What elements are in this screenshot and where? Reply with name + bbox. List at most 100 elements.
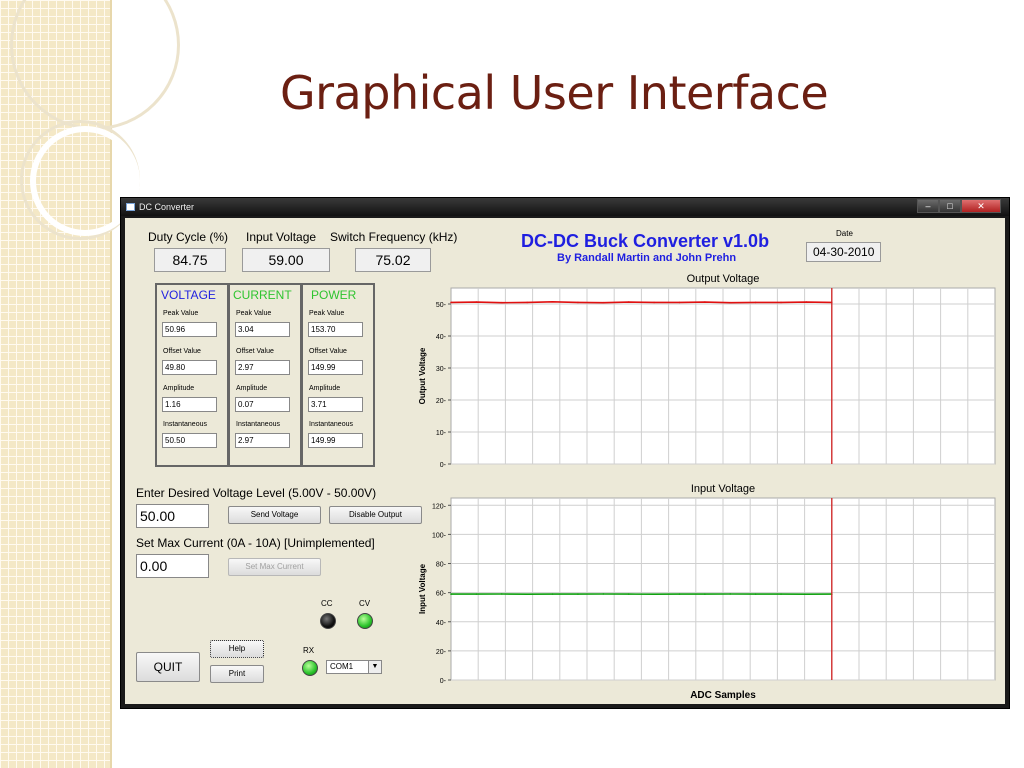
- current-group-title: CURRENT: [233, 288, 292, 302]
- cv-indicator-led: [357, 613, 373, 629]
- data-point: [729, 593, 732, 595]
- data-point: [475, 593, 478, 595]
- power-offset-field: 149.99: [308, 360, 363, 375]
- data-point: [500, 301, 503, 304]
- data-point: [653, 301, 655, 304]
- chevron-down-icon[interactable]: ▼: [368, 661, 381, 673]
- output-voltage-chart: Output Voltage 0- 10- 20- 30- 40- 50- Output Vo…: [418, 273, 996, 469]
- voltage-instantaneous-label: Instantaneous: [163, 421, 207, 428]
- desired-voltage-label: Enter Desired Voltage Level (5.00V - 50.…: [136, 486, 377, 500]
- voltage-peak-label: Peak Value: [163, 310, 199, 317]
- data-point: [450, 301, 452, 304]
- y-tick-label: 120-: [432, 503, 447, 510]
- y-tick-label: 30-: [436, 366, 447, 373]
- rx-indicator-led: [302, 660, 318, 676]
- minimize-icon[interactable]: –: [917, 199, 939, 213]
- data-point: [678, 593, 681, 595]
- rx-label: RX: [303, 646, 315, 655]
- power-peak-field: 153.70: [308, 322, 363, 337]
- print-button[interactable]: Print: [210, 665, 264, 683]
- current-offset-field: 2.97: [235, 360, 290, 375]
- series-line: [450, 300, 832, 304]
- y-tick-label: 40-: [436, 620, 447, 627]
- y-tick-label: 0-: [440, 678, 447, 685]
- power-group-title: POWER: [311, 288, 357, 302]
- quit-button[interactable]: QUIT: [136, 652, 200, 682]
- send-voltage-button[interactable]: Send Voltage: [228, 506, 321, 524]
- current-group: CURRENT Peak Value 3.04 Offset Value 2.9…: [228, 283, 302, 467]
- y-axis-label: Output Voltage: [418, 347, 427, 404]
- maximize-icon[interactable]: □: [939, 199, 961, 213]
- data-point: [627, 593, 630, 595]
- data-point: [653, 593, 655, 596]
- data-point: [577, 301, 579, 304]
- y-tick-label: 40-: [436, 334, 447, 341]
- data-point: [475, 301, 478, 303]
- window-titlebar[interactable]: DC Converter – □ ✕: [121, 198, 1009, 216]
- data-point: [780, 301, 782, 304]
- data-point: [704, 593, 706, 595]
- input-voltage-chart: Input Voltage 0- 20- 40- 60- 80- 100- 120- Input…: [418, 483, 996, 700]
- power-peak-label: Peak Value: [309, 310, 345, 317]
- power-offset-label: Offset Value: [309, 348, 347, 355]
- desired-voltage-input[interactable]: 50.00: [136, 504, 209, 528]
- switch-frequency-value: 75.02: [355, 248, 431, 272]
- voltage-offset-field: 49.80: [162, 360, 217, 375]
- data-point: [577, 593, 579, 595]
- voltage-amplitude-field: 1.16: [162, 397, 217, 412]
- data-point: [704, 301, 706, 303]
- voltage-amplitude-label: Amplitude: [163, 385, 195, 392]
- current-offset-label: Offset Value: [236, 348, 274, 355]
- y-axis-label: Input Voltage: [418, 563, 427, 614]
- power-instantaneous-label: Instantaneous: [309, 421, 353, 428]
- voltage-instantaneous-field: 50.50: [162, 433, 217, 448]
- close-icon[interactable]: ✕: [961, 199, 1001, 213]
- current-peak-label: Peak Value: [236, 310, 272, 317]
- y-tick-label: 100-: [432, 532, 447, 539]
- date-value: 04-30-2010: [806, 242, 882, 262]
- data-point: [602, 593, 605, 595]
- data-point: [551, 593, 554, 595]
- data-point: [602, 301, 605, 304]
- data-point: [450, 593, 452, 595]
- data-point: [500, 593, 503, 595]
- current-amplitude-label: Amplitude: [236, 385, 268, 392]
- data-point: [780, 593, 782, 595]
- voltage-group: VOLTAGE Peak Value 50.96 Offset Value 49…: [155, 283, 229, 467]
- cv-label: CV: [359, 599, 371, 608]
- voltage-group-title: VOLTAGE: [161, 288, 216, 302]
- help-button[interactable]: Help: [210, 640, 264, 658]
- app-window: DC Converter – □ ✕ Duty Cycle (%) 84.75 …: [120, 197, 1010, 709]
- y-tick-label: 20-: [436, 398, 447, 405]
- data-point: [678, 301, 681, 304]
- app-authors: By Randall Martin and John Prehn: [557, 252, 737, 264]
- chart-title: Input Voltage: [691, 483, 755, 495]
- y-tick-label: 20-: [436, 649, 447, 656]
- set-max-current-button[interactable]: Set Max Current: [228, 558, 321, 576]
- com-port-select[interactable]: COM1 ▼: [326, 660, 382, 674]
- data-point: [754, 301, 757, 304]
- power-instantaneous-field: 149.99: [308, 433, 363, 448]
- y-tick-label: 60-: [436, 591, 447, 598]
- cc-indicator-led: [320, 613, 336, 629]
- voltage-offset-label: Offset Value: [163, 348, 201, 355]
- slide-title: Graphical User Interface: [280, 66, 829, 120]
- data-point: [729, 301, 732, 304]
- window-client-area: Duty Cycle (%) 84.75 Input Voltage 59.00…: [125, 218, 1005, 704]
- disable-output-button[interactable]: Disable Output: [329, 506, 422, 524]
- app-title: DC-DC Buck Converter v1.0b: [521, 231, 770, 251]
- x-axis-label: ADC Samples: [690, 690, 756, 700]
- y-tick-label: 0-: [440, 462, 447, 469]
- switch-frequency-label: Switch Frequency (kHz): [330, 230, 458, 244]
- data-point: [551, 300, 554, 303]
- window-title: DC Converter: [139, 202, 195, 212]
- data-point: [805, 593, 808, 596]
- data-point: [754, 593, 757, 595]
- current-peak-field: 3.04: [235, 322, 290, 337]
- data-point: [627, 301, 630, 303]
- y-tick-label: 10-: [436, 430, 447, 437]
- chart-title: Output Voltage: [687, 273, 760, 285]
- duty-cycle-value: 84.75: [154, 248, 226, 272]
- max-current-input[interactable]: 0.00: [136, 554, 209, 578]
- y-tick-label: 50-: [436, 302, 447, 309]
